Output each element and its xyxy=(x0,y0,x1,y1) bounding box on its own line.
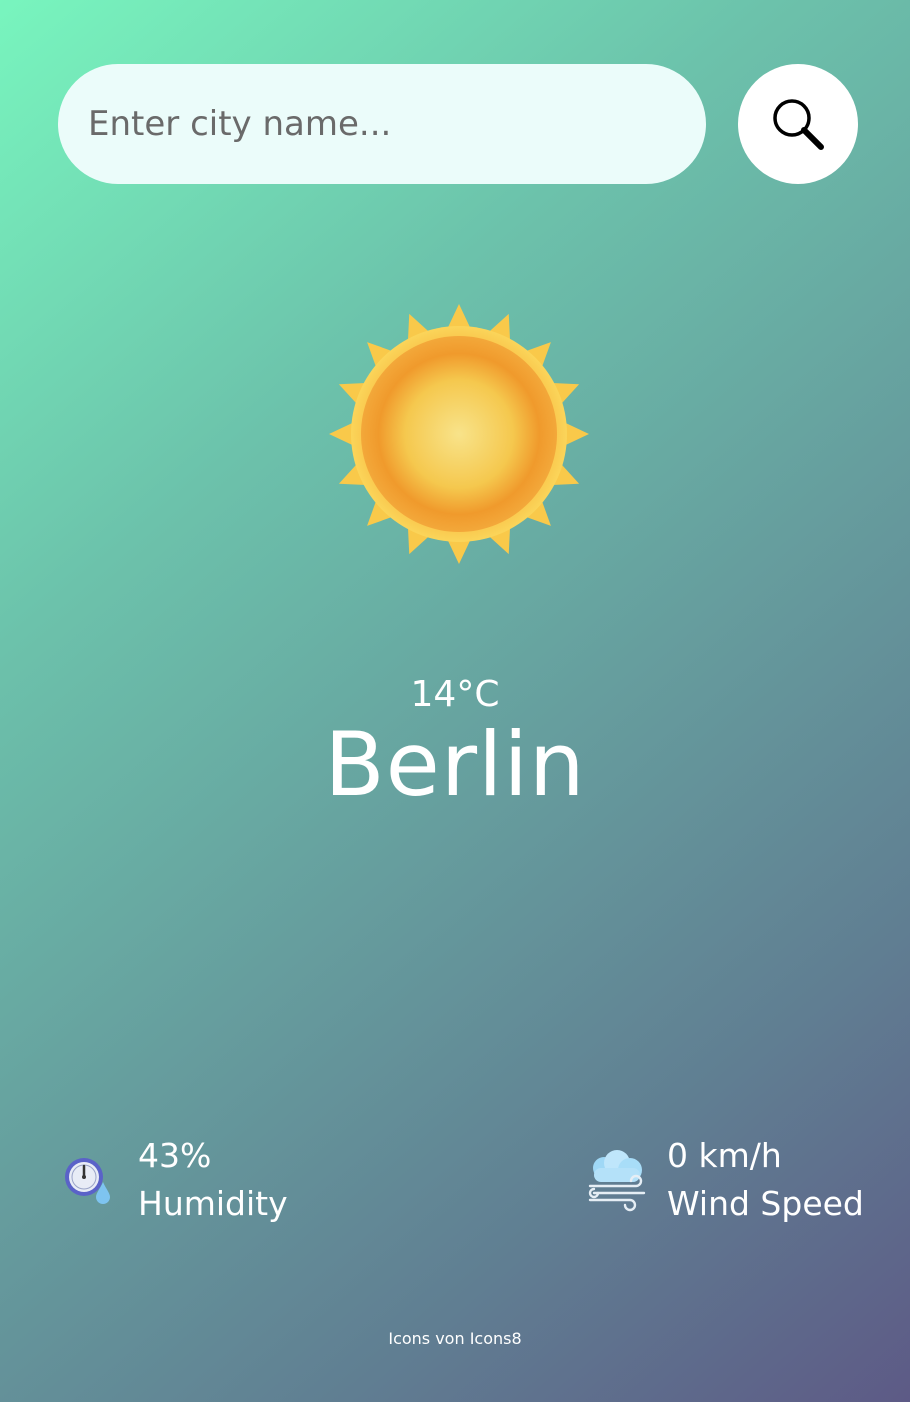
search-button[interactable] xyxy=(738,64,858,184)
city-search-input[interactable] xyxy=(58,64,706,184)
city-name: Berlin xyxy=(324,713,586,816)
wind-icon xyxy=(588,1150,646,1212)
humidity-value: 43% xyxy=(138,1136,212,1175)
humidity-icon xyxy=(65,1158,110,1204)
sun-icon xyxy=(329,304,589,564)
icons-credit-link[interactable]: Icons von Icons8 xyxy=(0,1328,910,1350)
humidity-label: Humidity xyxy=(138,1184,288,1223)
wind-speed-label: Wind Speed xyxy=(667,1184,864,1223)
search-icon xyxy=(773,99,824,150)
wind-speed-value: 0 km/h xyxy=(667,1136,782,1175)
